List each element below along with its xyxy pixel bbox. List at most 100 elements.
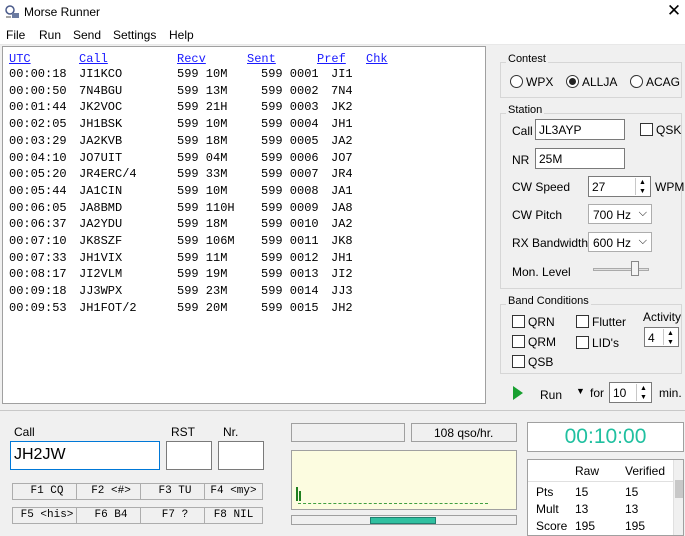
qsb-checkbox[interactable] [512, 355, 525, 368]
log-row[interactable]: 00:09:53 JH1FOT/2 599 20M 599 0015 JH2 [3, 301, 483, 317]
cw-pitch-select[interactable]: 700 Hz ⌵ [588, 204, 652, 224]
qsk-checkbox[interactable] [640, 123, 653, 136]
run-play-icon[interactable] [513, 386, 523, 400]
menu-help[interactable]: Help [169, 28, 194, 42]
contest-label: Contest [506, 53, 548, 65]
score-score-raw: 195 [575, 519, 596, 533]
log-cell-utc: 00:08:17 [9, 267, 67, 282]
menu-settings[interactable]: Settings [113, 28, 156, 42]
menu-file[interactable]: File [6, 28, 25, 42]
radio-acag[interactable] [630, 75, 643, 88]
mon-level-slider[interactable] [631, 261, 639, 276]
spin-arrows-icon[interactable]: ▲ ▼ [636, 384, 650, 401]
run-minutes-spinner[interactable]: 10 ▲ ▼ [609, 382, 652, 403]
log-cell-pref: JR4 [331, 167, 353, 182]
close-icon[interactable]: ✕ [664, 1, 684, 21]
band-map [291, 450, 517, 510]
run-button[interactable]: Run [540, 388, 562, 402]
col-sent[interactable]: Sent [247, 52, 276, 66]
log-cell-pref: JA2 [331, 217, 353, 232]
score-header: Raw Verified [528, 460, 673, 482]
entry-nr-input[interactable] [218, 441, 264, 470]
log-cell-call: JA2YDU [79, 217, 123, 232]
log-row[interactable]: 00:07:33 JH1VIX 599 11M 599 0012 JH1 [3, 251, 483, 267]
log-cell-call: JJ3WPX [79, 284, 123, 299]
f1-cq-button[interactable]: F1 CQ [12, 483, 82, 500]
log-cell-recv: 599 106M [177, 234, 235, 248]
log-cell-pref: JI1 [331, 67, 353, 81]
f3-tu-button[interactable]: F3 TU [140, 483, 210, 500]
rx-bandwidth-select[interactable]: 600 Hz ⌵ [588, 232, 652, 252]
qrn-checkbox[interactable] [512, 315, 525, 328]
log-row[interactable]: 00:07:10 JK8SZF 599 106M 599 0011 JK8 [3, 234, 483, 250]
tune-indicator[interactable] [370, 517, 436, 524]
f5-his-call-button[interactable]: F5 <his> [12, 507, 82, 524]
mon-level-track [593, 268, 649, 271]
f7-query-button[interactable]: F7 ? [140, 507, 210, 524]
log-row[interactable]: 00:00:18 JI1KCO 599 10M 599 0001 JI1 [3, 67, 483, 83]
log-row[interactable]: 00:03:29 JA2KVB 599 18M 599 0005 JA2 [3, 134, 483, 150]
log-row[interactable]: 00:02:05 JH1BSK 599 10M 599 0004 JH1 [3, 117, 483, 133]
station-nr-input[interactable]: 25M [535, 148, 625, 169]
col-chk[interactable]: Chk [366, 52, 388, 66]
log-cell-utc: 00:09:53 [9, 300, 67, 315]
window-title: Morse Runner [24, 5, 101, 19]
entry-call-input[interactable]: JH2JW [10, 441, 160, 470]
bottom-separator [0, 410, 685, 411]
run-dropdown-icon[interactable]: ▼ [576, 386, 585, 396]
col-call[interactable]: Call [79, 52, 108, 66]
radio-allja[interactable] [566, 75, 579, 88]
qrm-checkbox[interactable] [512, 335, 525, 348]
log-row[interactable]: 00:06:37 JA2YDU 599 18M 599 0010 JA2 [3, 217, 483, 233]
log-row[interactable]: 00:08:17 JI2VLM 599 19M 599 0013 JI2 [3, 267, 483, 283]
wpm-label: WPM [655, 180, 685, 194]
log-cell-call: JH1FOT/2 [79, 300, 137, 315]
log-row[interactable]: 00:05:44 JA1CIN 599 10M 599 0008 JA1 [3, 184, 483, 200]
log-row[interactable]: 00:09:18 JJ3WPX 599 23M 599 0014 JJ3 [3, 284, 483, 300]
log-row[interactable]: 00:05:20 JR4ERC/4 599 33M 599 0007 JR4 [3, 167, 483, 183]
log-cell-call: JO7UIT [79, 150, 123, 165]
log-cell-call: JA8BMD [79, 200, 123, 215]
rx-bandwidth-label: RX Bandwidth [512, 236, 589, 250]
spin-arrows-icon[interactable]: ▲ ▼ [663, 329, 677, 346]
radio-wpx[interactable] [510, 75, 523, 88]
menu-bar: File Run Send Settings Help [0, 24, 685, 45]
flutter-checkbox[interactable] [576, 315, 589, 328]
log-cell-recv: 599 19M [177, 267, 228, 282]
activity-label: Activity [643, 310, 682, 324]
rate-text: 108 qso/hr. [434, 426, 494, 440]
lids-checkbox[interactable] [576, 336, 589, 349]
band-conditions-label: Band Conditions [506, 295, 591, 307]
score-scrollbar[interactable] [673, 460, 683, 535]
f6-b4-button[interactable]: F6 B4 [76, 507, 146, 524]
log-cell-call: JR4ERC/4 [79, 167, 137, 182]
log-cell-call: JI2VLM [79, 267, 123, 282]
score-col-verified: Verified [625, 464, 666, 478]
spin-arrows-icon[interactable]: ▲ ▼ [635, 178, 649, 195]
log-cell-pref: JK8 [331, 234, 353, 248]
col-utc[interactable]: UTC [9, 52, 31, 66]
log-cell-call: JK2VOC [79, 100, 123, 115]
log-row[interactable]: 00:06:05 JA8BMD 599 110H 599 0009 JA8 [3, 201, 483, 217]
f4-my-call-button[interactable]: F4 <my> [204, 483, 263, 500]
cw-speed-spinner[interactable]: 27 ▲ ▼ [588, 176, 651, 197]
col-recv[interactable]: Recv [177, 52, 206, 66]
entry-rst-input[interactable] [166, 441, 212, 470]
log-row[interactable]: 00:04:10 JO7UIT 599 04M 599 0006 JO7 [3, 151, 483, 167]
log-row[interactable]: 00:00:50 7N4BGU 599 13M 599 0002 7N4 [3, 84, 483, 100]
score-scroll-thumb[interactable] [675, 480, 683, 498]
col-pref[interactable]: Pref [317, 52, 346, 66]
menu-send[interactable]: Send [73, 28, 101, 42]
log-cell-sent: 599 0008 [261, 183, 319, 198]
log-row[interactable]: 00:01:44 JK2VOC 599 21H 599 0003 JK2 [3, 100, 483, 116]
f8-nil-button[interactable]: F8 NIL [204, 507, 263, 524]
menu-run[interactable]: Run [39, 28, 61, 42]
f2-exchange-button[interactable]: F2 <#> [76, 483, 146, 500]
station-call-input[interactable]: JL3AYP [535, 119, 625, 140]
contest-timer: 00:10:00 [527, 422, 684, 452]
log-cell-pref: JH2 [331, 300, 353, 315]
score-score-label: Score [536, 519, 568, 533]
qso-log[interactable]: UTC Call Recv Sent Pref Chk 00:00:18 JI1K… [2, 46, 486, 404]
morse-runner-app-icon [5, 5, 19, 18]
activity-spinner[interactable]: 4 ▲ ▼ [644, 327, 679, 347]
